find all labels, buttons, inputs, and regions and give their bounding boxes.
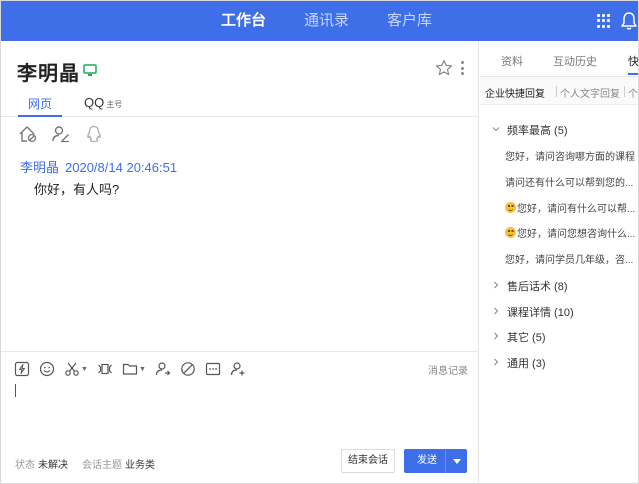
quick-reply-item[interactable]: 您好，请问学员几年级，咨... <box>505 251 638 266</box>
message-history-link[interactable]: 消息记录 <box>428 362 468 377</box>
screenshot-tool[interactable]: ▼ <box>64 361 88 377</box>
star-icon[interactable] <box>435 59 453 77</box>
group-label: 频率最高 (5) <box>507 125 568 137</box>
video-tool[interactable] <box>97 361 113 377</box>
tab-qq[interactable]: QQ 主号 <box>84 95 122 110</box>
send-button[interactable]: 发送 <box>404 449 467 473</box>
chevron-down-icon: ▼ <box>138 365 146 373</box>
chat-panel: 李明晶 网页 QQ 主号 李明晶 2020/8/14 20:46:51 你好，有… <box>1 41 479 483</box>
subtab-personal-more[interactable]: 个 <box>628 85 638 100</box>
tab-profile[interactable]: 资料 <box>501 53 523 69</box>
qq-penguin-icon[interactable] <box>84 125 104 143</box>
chevron-right-icon <box>494 332 499 340</box>
tab-web[interactable]: 网页 <box>17 95 63 117</box>
lightning-icon <box>14 361 30 377</box>
scissors-icon <box>65 362 79 376</box>
quick-reply-text: 您好，请问您想咨询什么... <box>517 229 636 240</box>
more-box-icon <box>205 362 220 376</box>
subtab-personal-text-replies[interactable]: 个人文字回复 <box>560 85 620 100</box>
channel-tabs: 网页 QQ 主号 <box>1 93 479 117</box>
status-label: 状态 <box>15 460 35 471</box>
block-tool[interactable] <box>180 361 196 377</box>
top-nav: 工作台 通讯录 客户库 <box>1 1 638 41</box>
message-timestamp: 2020/8/14 20:46:51 <box>65 160 178 175</box>
side-panel-tabs: 资料 互动历史 快 <box>480 41 638 77</box>
side-panel: 资料 互动历史 快 企业快捷回复 个人文字回复 个 频率最高 (5) 您好，请问… <box>480 41 638 483</box>
tab-quick-reply[interactable]: 快 <box>628 53 638 75</box>
chevron-down-icon <box>492 127 500 132</box>
user-add-icon <box>230 362 245 376</box>
quick-reply-tool[interactable] <box>14 361 30 377</box>
more-options-icon[interactable] <box>460 61 464 75</box>
user-transfer-icon <box>155 362 171 376</box>
emoji-tool[interactable] <box>39 361 55 377</box>
smiley-icon <box>39 361 55 377</box>
group-label: 售后话术 (8) <box>507 281 568 293</box>
end-session-button[interactable]: 结束会话 <box>341 449 395 473</box>
composer-status-bar: 状态 未解决 会话主题 业务类 结束会话 发送 <box>1 447 479 477</box>
app-window: 工作台 通讯录 客户库 李明晶 网页 QQ 主号 李明晶 2020/8/14 2… <box>0 0 639 484</box>
user-edit-icon[interactable] <box>51 125 71 143</box>
quick-reply-item[interactable]: 您好，请问您想咨询什么... <box>505 225 638 240</box>
tab-customer-base[interactable]: 客户库 <box>387 1 432 41</box>
desktop-icon <box>83 64 97 76</box>
home-blocked-icon[interactable] <box>18 125 38 143</box>
send-options-dropdown[interactable] <box>445 449 467 473</box>
tab-interaction-history[interactable]: 互动历史 <box>553 53 597 69</box>
composer-toolbar: ▼ ▼ 消息记录 <box>1 351 479 385</box>
quick-reply-item[interactable]: 您好，请问咨询哪方面的课程 <box>505 148 638 163</box>
conversation-status: 状态 未解决 会话主题 业务类 <box>15 456 169 471</box>
message-header: 李明晶 2020/8/14 20:46:51 <box>20 157 177 176</box>
smile-emoji-icon <box>505 202 516 213</box>
tab-workbench[interactable]: 工作台 <box>221 1 266 41</box>
quick-reply-item[interactable]: 请问还有什么可以帮到您的... <box>505 174 638 189</box>
status-value[interactable]: 未解决 <box>38 460 68 471</box>
bell-icon[interactable] <box>620 11 638 31</box>
group-label: 课程详情 (10) <box>507 307 574 319</box>
topic-value[interactable]: 业务类 <box>125 460 155 471</box>
quick-reply-subtabs: 企业快捷回复 个人文字回复 个 <box>480 77 638 105</box>
message-text: 你好，有人吗? <box>34 182 120 197</box>
top-bar: 工作台 通讯录 客户库 <box>1 1 638 41</box>
chevron-right-icon <box>494 358 499 366</box>
chevron-down-icon: ▼ <box>81 365 88 373</box>
divider <box>556 86 557 97</box>
subtab-enterprise-replies[interactable]: 企业快捷回复 <box>485 85 545 100</box>
quick-reply-item[interactable]: 您好，请问有什么可以帮... <box>505 200 638 215</box>
tab-qq-label: QQ <box>84 95 105 110</box>
primary-account-tag: 主号 <box>106 100 123 109</box>
message-sender: 李明晶 <box>20 160 60 175</box>
divider <box>624 86 625 97</box>
dialpad-icon[interactable] <box>597 14 611 28</box>
chevron-right-icon <box>494 281 499 289</box>
chevron-right-icon <box>494 307 499 315</box>
quick-reply-text: 您好，请问有什么可以帮... <box>517 204 636 215</box>
topic-label: 会话主题 <box>82 460 122 471</box>
smile-emoji-icon <box>505 227 516 238</box>
group-label: 其它 (5) <box>507 332 546 344</box>
video-frame-icon <box>98 363 112 375</box>
invite-tool[interactable] <box>230 361 246 377</box>
transfer-tool[interactable] <box>155 361 171 377</box>
tab-contacts[interactable]: 通讯录 <box>304 1 349 41</box>
block-icon <box>181 362 195 376</box>
group-label: 通用 (3) <box>507 358 546 370</box>
send-button-label: 发送 <box>417 455 437 466</box>
folder-icon <box>122 363 138 375</box>
more-tool[interactable] <box>205 361 221 377</box>
text-input-caret[interactable] <box>15 384 16 397</box>
file-tool[interactable]: ▼ <box>122 361 146 377</box>
channel-icons <box>18 125 104 143</box>
contact-name: 李明晶 <box>17 63 80 85</box>
